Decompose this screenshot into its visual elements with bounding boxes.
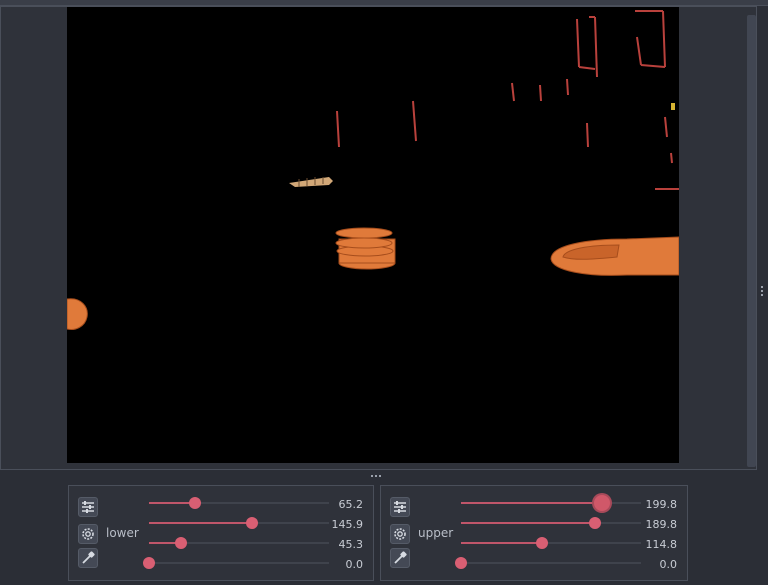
slider-track bbox=[149, 562, 329, 564]
settings-button[interactable] bbox=[390, 524, 410, 544]
slider-thumb[interactable] bbox=[536, 537, 548, 549]
slider-fill bbox=[461, 522, 595, 524]
slider-thumb[interactable] bbox=[189, 497, 202, 509]
upper-value-1: 199.8 bbox=[645, 498, 678, 511]
slider-fill bbox=[461, 502, 603, 504]
eyedropper-icon bbox=[82, 551, 95, 564]
slider-track bbox=[461, 562, 641, 564]
slider-thumb[interactable] bbox=[455, 557, 467, 569]
sliders-icon bbox=[82, 501, 94, 513]
mask-preview-canvas[interactable] bbox=[67, 7, 679, 463]
eyedropper-button[interactable] bbox=[390, 548, 410, 568]
upper-slider-4[interactable] bbox=[455, 557, 641, 569]
upper-label: upper bbox=[418, 526, 454, 540]
sliders-icon bbox=[394, 501, 406, 513]
tune-button[interactable] bbox=[390, 497, 410, 517]
upper-value-3: 114.8 bbox=[645, 538, 678, 551]
slider-thumb[interactable] bbox=[594, 495, 611, 511]
side-resize-handle[interactable] bbox=[760, 286, 764, 298]
image-viewer bbox=[0, 6, 757, 470]
vertical-scrollbar[interactable] bbox=[747, 15, 756, 467]
gear-icon bbox=[82, 528, 94, 540]
lower-slider-3[interactable] bbox=[149, 537, 329, 549]
lower-slider-4[interactable] bbox=[143, 557, 329, 569]
slider-thumb[interactable] bbox=[143, 557, 155, 569]
slider-thumb[interactable] bbox=[175, 537, 188, 549]
lower-value-1: 65.2 bbox=[338, 498, 364, 511]
upper-slider-2[interactable] bbox=[461, 517, 641, 529]
lower-slider-1[interactable] bbox=[149, 497, 329, 509]
upper-value-2: 189.8 bbox=[645, 518, 678, 531]
slider-thumb[interactable] bbox=[245, 517, 258, 529]
upper-slider-3[interactable] bbox=[461, 537, 641, 549]
lower-slider-2[interactable] bbox=[149, 517, 329, 529]
tune-button[interactable] bbox=[78, 497, 98, 517]
eyedropper-icon bbox=[394, 551, 407, 564]
upper-value-4: 0.0 bbox=[659, 558, 678, 571]
lower-label: lower bbox=[106, 526, 139, 540]
upper-slider-1[interactable] bbox=[461, 495, 641, 511]
upper-threshold-panel: upper 199.8 189.8 114.8 0.0 bbox=[380, 485, 688, 581]
slider-fill bbox=[461, 542, 542, 544]
masked-image bbox=[67, 10, 679, 330]
gear-icon bbox=[394, 528, 406, 540]
lower-threshold-panel: lower 65.2 145.9 45.3 0.0 bbox=[68, 485, 374, 581]
eyedropper-button[interactable] bbox=[78, 548, 98, 568]
lower-value-4: 0.0 bbox=[345, 558, 364, 571]
lower-value-2: 145.9 bbox=[331, 518, 364, 531]
panel-resize-handle[interactable] bbox=[371, 475, 381, 479]
slider-thumb[interactable] bbox=[588, 517, 601, 529]
lower-value-3: 45.3 bbox=[338, 538, 364, 551]
settings-button[interactable] bbox=[78, 524, 98, 544]
slider-fill bbox=[149, 522, 252, 524]
